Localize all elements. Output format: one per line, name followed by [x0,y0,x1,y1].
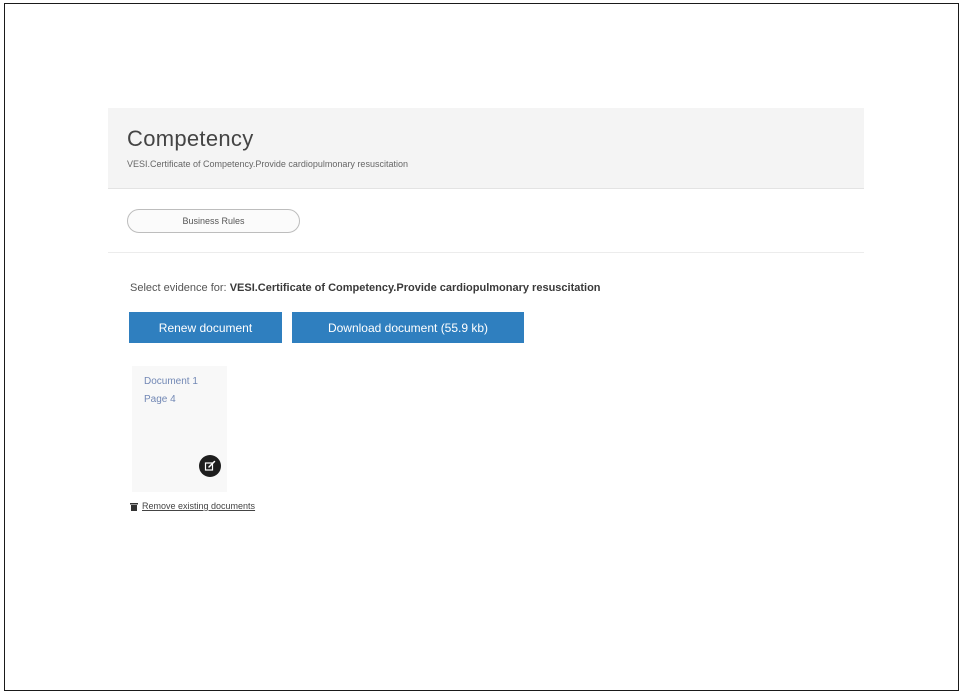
document-card[interactable]: Document 1 Page 4 [132,366,227,492]
page-subtitle: VESI.Certificate of Competency.Provide c… [127,159,408,169]
evidence-prompt: Select evidence for: VESI.Certificate of… [130,282,601,294]
remove-documents-row: Remove existing documents [130,501,255,511]
evidence-target: VESI.Certificate of Competency.Provide c… [229,282,601,294]
page-header: Competency VESI.Certificate of Competenc… [108,108,864,189]
edit-icon [204,460,216,471]
document-page-link[interactable]: Page 4 [144,394,176,405]
page-title: Competency [127,126,254,151]
divider [108,252,864,253]
remove-existing-documents-link[interactable]: Remove existing documents [142,501,255,511]
evidence-prompt-label: Select evidence for: [130,282,227,294]
document-name-link[interactable]: Document 1 [144,376,198,387]
renew-document-button[interactable]: Renew document [129,312,282,343]
business-rules-button[interactable]: Business Rules [127,209,300,233]
edit-document-button[interactable] [199,455,221,477]
page-frame [4,3,959,691]
download-document-button[interactable]: Download document (55.9 kb) [292,312,524,343]
trash-icon [130,502,138,511]
